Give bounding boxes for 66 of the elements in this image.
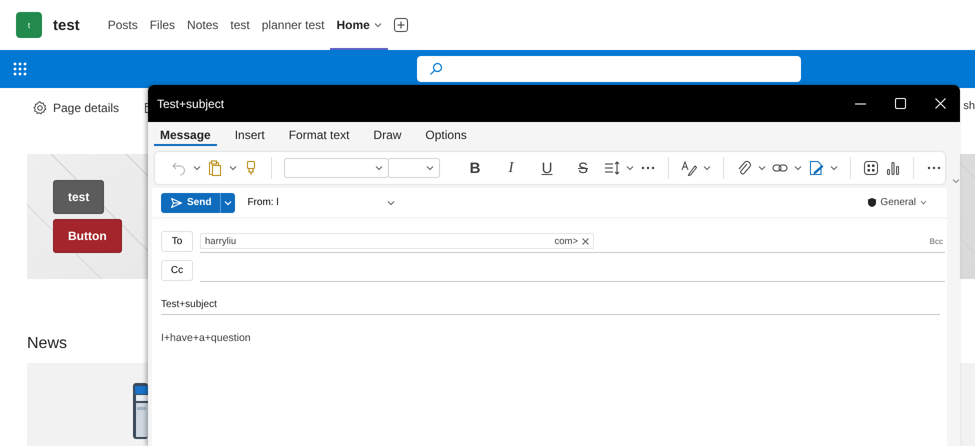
send-options-button[interactable] (221, 192, 236, 212)
chevron-down-icon[interactable] (426, 165, 434, 171)
signature-icon[interactable] (808, 160, 824, 176)
format-button[interactable]: U (534, 160, 560, 176)
window-title: Test+subject (157, 96, 226, 110)
paperclip-icon[interactable] (736, 160, 752, 176)
search-field[interactable] (417, 56, 801, 82)
editor-pen-icon[interactable] (681, 160, 697, 176)
chevron-down-icon[interactable] (758, 165, 766, 171)
chevron-down-icon (920, 200, 927, 205)
chevron-down-icon (387, 200, 396, 206)
recipient-name: harryliu (205, 236, 236, 246)
channel-tab[interactable]: Files (144, 0, 182, 50)
add-tab-icon[interactable] (394, 18, 408, 32)
ribbon-tab[interactable]: Draw (367, 128, 408, 146)
channel-tab[interactable]: Notes (181, 0, 224, 50)
search-icon (429, 62, 443, 76)
ribbon-tab[interactable]: Insert (228, 128, 271, 146)
recipient-chip[interactable]: harryliu com> (200, 233, 594, 249)
settings-icon[interactable] (33, 101, 47, 115)
apps-icon[interactable] (863, 160, 879, 176)
section-heading: News (27, 335, 68, 353)
send-icon (171, 198, 182, 208)
hero-button[interactable]: Button (53, 219, 122, 253)
chevron-down-icon[interactable] (375, 165, 383, 171)
channel-tab[interactable]: test (224, 0, 256, 50)
bcc-link[interactable]: Bcc (930, 236, 943, 246)
close-icon (934, 98, 946, 109)
chevron-down-icon[interactable] (952, 178, 960, 184)
hero-button[interactable]: test (53, 180, 104, 214)
from-dropdown[interactable]: From: l (247, 197, 396, 208)
chevron-down-icon[interactable] (794, 165, 802, 171)
chevron-down-icon[interactable] (374, 22, 382, 28)
format-button[interactable]: I (498, 160, 524, 176)
format-button[interactable]: B (462, 160, 488, 176)
chevron-down-icon[interactable] (703, 165, 711, 171)
cc-button[interactable]: Cc (161, 260, 193, 281)
send-button[interactable]: Send (161, 192, 222, 212)
to-button[interactable]: To (161, 231, 193, 252)
channel-tab[interactable]: Posts (102, 0, 144, 50)
chevron-down-icon[interactable] (830, 165, 838, 171)
remove-icon[interactable] (582, 238, 589, 244)
page-details-button[interactable]: Page details (53, 101, 120, 115)
team-avatar: t (16, 12, 42, 38)
chevron-down-icon (224, 200, 232, 206)
sensitivity-dropdown[interactable]: General (862, 196, 933, 209)
channel-tab[interactable]: planner test (256, 0, 330, 50)
to-field[interactable]: harryliu com> Bcc (200, 230, 945, 253)
ribbon-tab[interactable]: Message (154, 128, 217, 146)
ribbon-tab[interactable]: Format text (282, 128, 356, 146)
chevron-down-icon[interactable] (193, 165, 201, 171)
shield-icon (868, 198, 876, 207)
team-name: test (53, 16, 80, 34)
clipboard-icon[interactable] (207, 160, 223, 176)
maximize-icon (894, 98, 906, 109)
format-button[interactable]: S (570, 160, 596, 176)
chevron-down-icon[interactable] (229, 165, 237, 171)
app-launcher-icon[interactable] (13, 62, 27, 76)
message-body[interactable]: I+have+a+question (161, 332, 251, 344)
recipient-address: com> (554, 236, 578, 246)
subject-field[interactable]: Test+subject (161, 294, 940, 315)
line-spacing-icon[interactable] (604, 160, 620, 176)
bar-chart-icon[interactable] (885, 160, 901, 176)
command-label[interactable]: sh (963, 100, 975, 112)
chevron-down-icon[interactable] (626, 165, 634, 171)
ribbon-tab[interactable]: Options (419, 128, 473, 146)
